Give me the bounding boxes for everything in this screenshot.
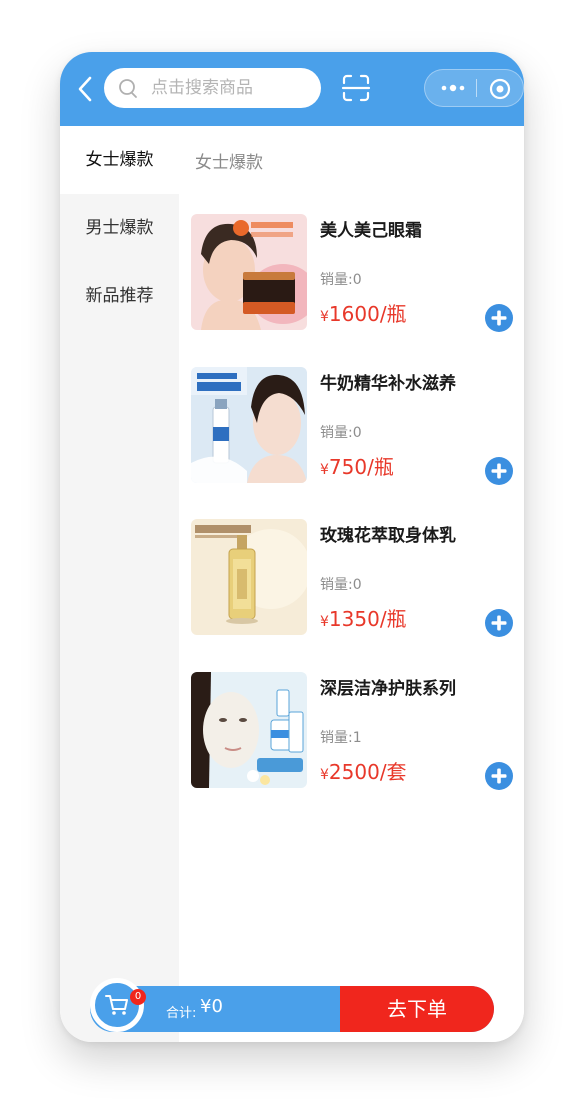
currency-symbol: ¥ [320, 767, 329, 783]
total-label: 合计: [166, 1006, 197, 1021]
product-item[interactable]: 牛奶精华补水滋养 销量:0 ¥750/瓶 [191, 367, 524, 487]
product-name: 美人美己眼霜 [320, 221, 422, 241]
cart-button[interactable] [90, 978, 144, 1032]
add-to-cart-icon[interactable] [485, 609, 513, 637]
currency-symbol: ¥ [320, 309, 329, 325]
checkout-button[interactable]: 去下单 [340, 986, 494, 1032]
close-mini-program-icon[interactable] [487, 76, 513, 102]
product-item[interactable]: 玫瑰花萃取身体乳 销量:0 ¥1350/瓶 [191, 519, 524, 639]
add-to-cart-icon[interactable] [485, 457, 513, 485]
top-navigation-bar: 点击搜索商品 [60, 52, 524, 126]
sidebar-item-mens-hot[interactable]: 男士爆款 [60, 194, 179, 262]
sidebar-item-new-arrivals[interactable]: 新品推荐 [60, 262, 179, 330]
price-value: 1350/瓶 [328, 607, 407, 631]
category-title: 女士爆款 [195, 153, 263, 173]
product-sales: 销量:1 [320, 730, 362, 746]
price-value: 750/瓶 [328, 455, 394, 479]
product-name: 牛奶精华补水滋养 [320, 374, 456, 394]
back-icon[interactable] [74, 72, 96, 106]
product-name: 深层洁净护肤系列 [320, 679, 456, 699]
search-placeholder: 点击搜索商品 [151, 78, 253, 98]
scan-icon[interactable] [340, 72, 372, 104]
product-sales: 销量:0 [320, 272, 362, 288]
currency-symbol: ¥ [320, 614, 329, 630]
currency-symbol: ¥ [320, 462, 329, 478]
product-price: ¥1600/瓶 [320, 298, 407, 327]
product-price: ¥1350/瓶 [320, 603, 407, 632]
product-item[interactable]: 深层洁净护肤系列 销量:1 ¥2500/套 [191, 672, 524, 792]
product-item[interactable]: 美人美己眼霜 销量:0 ¥1600/瓶 [191, 214, 524, 334]
search-input[interactable]: 点击搜索商品 [104, 68, 321, 108]
phone-frame: 点击搜索商品 女士爆款 男士爆款 新品推荐 女士爆款 美人美己眼霜 销量:0 ¥… [60, 52, 524, 1042]
product-image[interactable] [191, 672, 307, 788]
price-value: 1600/瓶 [328, 302, 407, 326]
search-icon [118, 78, 140, 100]
capsule-divider [476, 79, 477, 97]
product-sales: 销量:0 [320, 577, 362, 593]
product-image[interactable] [191, 367, 307, 483]
price-value: 2500/套 [328, 760, 407, 784]
product-sales: 销量:0 [320, 425, 362, 441]
add-to-cart-icon[interactable] [485, 304, 513, 332]
cart-bar: 合计: ¥0 去下单 [90, 986, 494, 1032]
product-price: ¥750/瓶 [320, 451, 394, 480]
category-sidebar: 女士爆款 男士爆款 新品推荐 [60, 126, 179, 1042]
cart-count-badge: 0 [130, 989, 146, 1005]
cart-icon [105, 995, 128, 1015]
sidebar-item-womens-hot[interactable]: 女士爆款 [60, 126, 179, 194]
more-icon[interactable] [435, 75, 471, 101]
product-image[interactable] [191, 519, 307, 635]
product-name: 玫瑰花萃取身体乳 [320, 526, 456, 546]
product-image[interactable] [191, 214, 307, 330]
total-value: ¥0 [200, 996, 223, 1017]
product-list-panel: 女士爆款 美人美己眼霜 销量:0 ¥1600/瓶 牛奶精华补水滋养 销量:0 ¥… [179, 126, 524, 1042]
add-to-cart-icon[interactable] [485, 762, 513, 790]
product-price: ¥2500/套 [320, 756, 407, 785]
mini-program-capsule [424, 69, 524, 107]
